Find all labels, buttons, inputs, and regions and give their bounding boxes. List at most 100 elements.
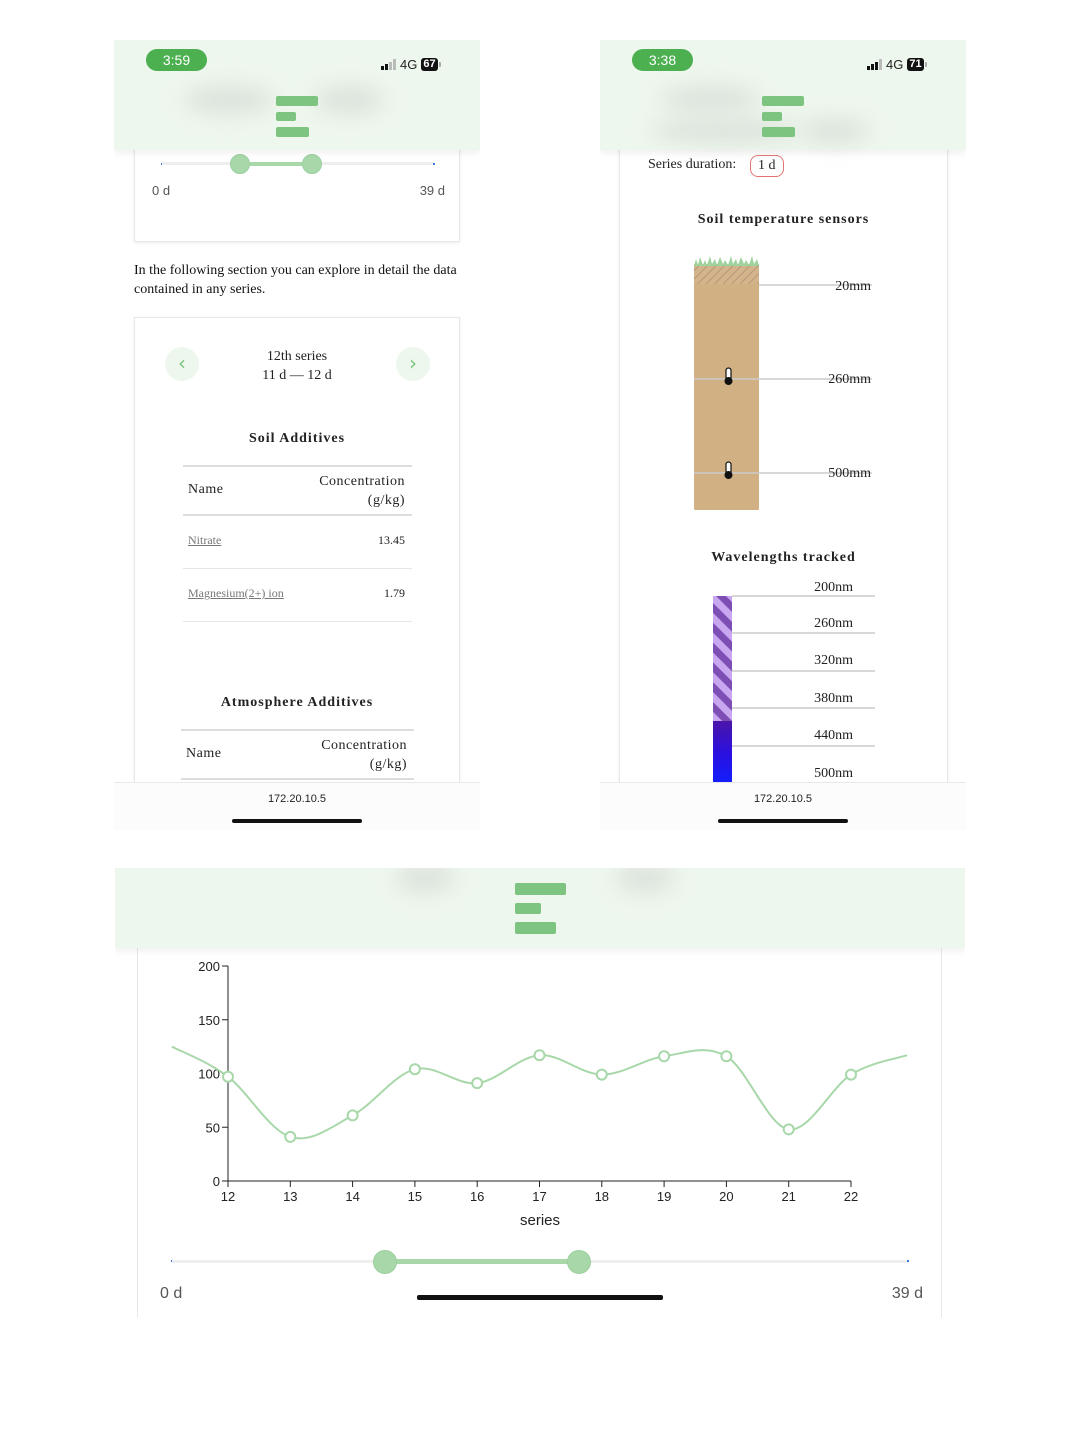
concentration-label: Concentration [321,738,407,753]
slider-handle-start[interactable] [373,1250,397,1274]
screen-chart: 0 50 100 150 200 12 13 14 15 16 17 18 19 20 21 22 seri… [115,868,965,1318]
grass-icon [694,256,759,266]
home-indicator[interactable] [232,819,362,823]
slider-selected-range [385,1259,579,1264]
slider-max-label: 39 d [891,1285,923,1302]
url-bar[interactable]: 172.20.10.5 [600,793,966,805]
app-logo[interactable] [515,883,567,935]
wavelength-label: 320nm [814,653,853,668]
chevron-right-icon: › [409,351,417,375]
y-tick-label: 50 [206,1120,220,1135]
depth-label: 20mm [835,279,871,294]
url-bar[interactable]: 172.20.10.5 [114,793,480,805]
home-indicator[interactable] [417,1295,663,1300]
thermometer-icon [724,367,733,385]
concentration-unit: (g/kg) [367,493,405,508]
soil-temperature-heading: Soil temperature sensors [697,212,870,227]
sensors-card: Series duration: 1 d Soil temperature se… [619,140,948,830]
home-indicator[interactable] [718,819,848,823]
battery-icon: 67 [421,57,441,71]
x-tick-label: 16 [470,1189,484,1204]
data-point[interactable] [720,1050,733,1063]
data-point[interactable] [782,1123,795,1136]
x-tick-label: 20 [719,1189,733,1204]
slider-min-label: 0 d [160,1285,183,1302]
blurred-area [660,85,760,113]
data-point[interactable] [845,1068,857,1081]
depth-label: 260mm [828,372,871,387]
slider-handle-start[interactable] [230,154,250,174]
row-divider [183,568,412,569]
x-axis-label: series [520,1212,560,1229]
additive-link-nitrate[interactable]: Nitrate [188,533,221,548]
wavelength-bar-diagram [713,595,875,786]
blurred-area [314,85,384,115]
data-point[interactable] [533,1049,546,1062]
blurred-area [395,868,455,893]
atmosphere-additives-heading: Atmosphere Additives [220,695,374,710]
x-tick-label: 15 [408,1189,422,1204]
y-tick-label: 150 [198,1013,220,1028]
data-point[interactable] [284,1130,297,1143]
concentration-unit: (g/kg) [369,757,407,772]
additive-value: 13.45 [378,533,405,547]
data-point[interactable] [595,1068,608,1081]
series-duration-value: 1 d [750,155,784,177]
x-tick-label: 21 [781,1189,795,1204]
screen-sensors: 3:38 4G 71 Series duration: 1 d Soil tem… [600,40,966,830]
signal-icon [867,58,882,70]
column-header-name: Name [188,482,224,497]
x-tick-label: 19 [657,1189,671,1204]
app-logo[interactable] [276,96,320,140]
x-tick-label: 18 [595,1189,609,1204]
slider-handle-end[interactable] [302,154,322,174]
wavelength-label: 380nm [814,691,853,706]
data-points [222,1049,857,1143]
x-tick-label: 13 [283,1189,297,1204]
status-indicators: 4G 67 [381,56,441,72]
signal-icon [381,58,396,70]
x-axis: 12 13 14 15 16 17 18 19 20 21 22 [221,1180,858,1204]
data-point[interactable] [346,1109,359,1122]
next-series-button[interactable]: › [396,347,430,381]
data-point[interactable] [408,1063,421,1076]
browser-footer: 172.20.10.5 [114,782,480,830]
y-tick-label: 200 [198,959,220,974]
y-tick-label: 0 [213,1174,220,1189]
additive-value: 1.79 [384,586,405,600]
network-type: 4G [886,56,904,72]
app-logo[interactable] [762,96,806,140]
wavelength-label: 260nm [814,616,853,631]
status-time: 3:59 [146,49,207,71]
wavelength-label: 440nm [814,728,853,743]
slider-min-label: 0 d [152,183,171,198]
blurred-area [615,868,675,893]
column-header-name: Name [186,746,222,761]
table-divider [183,465,412,467]
x-tick-label: 12 [221,1189,235,1204]
table-divider [183,514,412,516]
soil-additives-heading: Soil Additives [248,431,346,446]
slider-max-label: 39 d [419,183,445,198]
table-divider [181,729,414,731]
visible-band [713,721,732,786]
depth-label: 500mm [828,466,871,481]
status-time: 3:38 [632,49,693,71]
additive-link-magnesium[interactable]: Magnesium(2+) ion [188,586,284,601]
x-tick-label: 22 [844,1189,858,1204]
battery-icon: 71 [907,57,927,71]
data-point[interactable] [471,1077,484,1090]
concentration-label: Concentration [319,474,405,489]
blurred-area [800,118,870,144]
topsoil-layer [694,264,759,284]
column-header-concentration: Concentration (g/kg) [321,736,407,774]
column-header-concentration: Concentration (g/kg) [319,472,405,510]
slider-handle-end[interactable] [567,1250,591,1274]
data-point[interactable] [658,1050,671,1063]
browser-footer: 172.20.10.5 [600,782,966,830]
row-divider [183,621,412,622]
range-slider-card: 0 d 39 d [134,140,460,242]
data-point[interactable] [222,1070,234,1083]
x-tick-label: 17 [532,1189,546,1204]
series-duration-label: Series duration: [648,157,737,172]
